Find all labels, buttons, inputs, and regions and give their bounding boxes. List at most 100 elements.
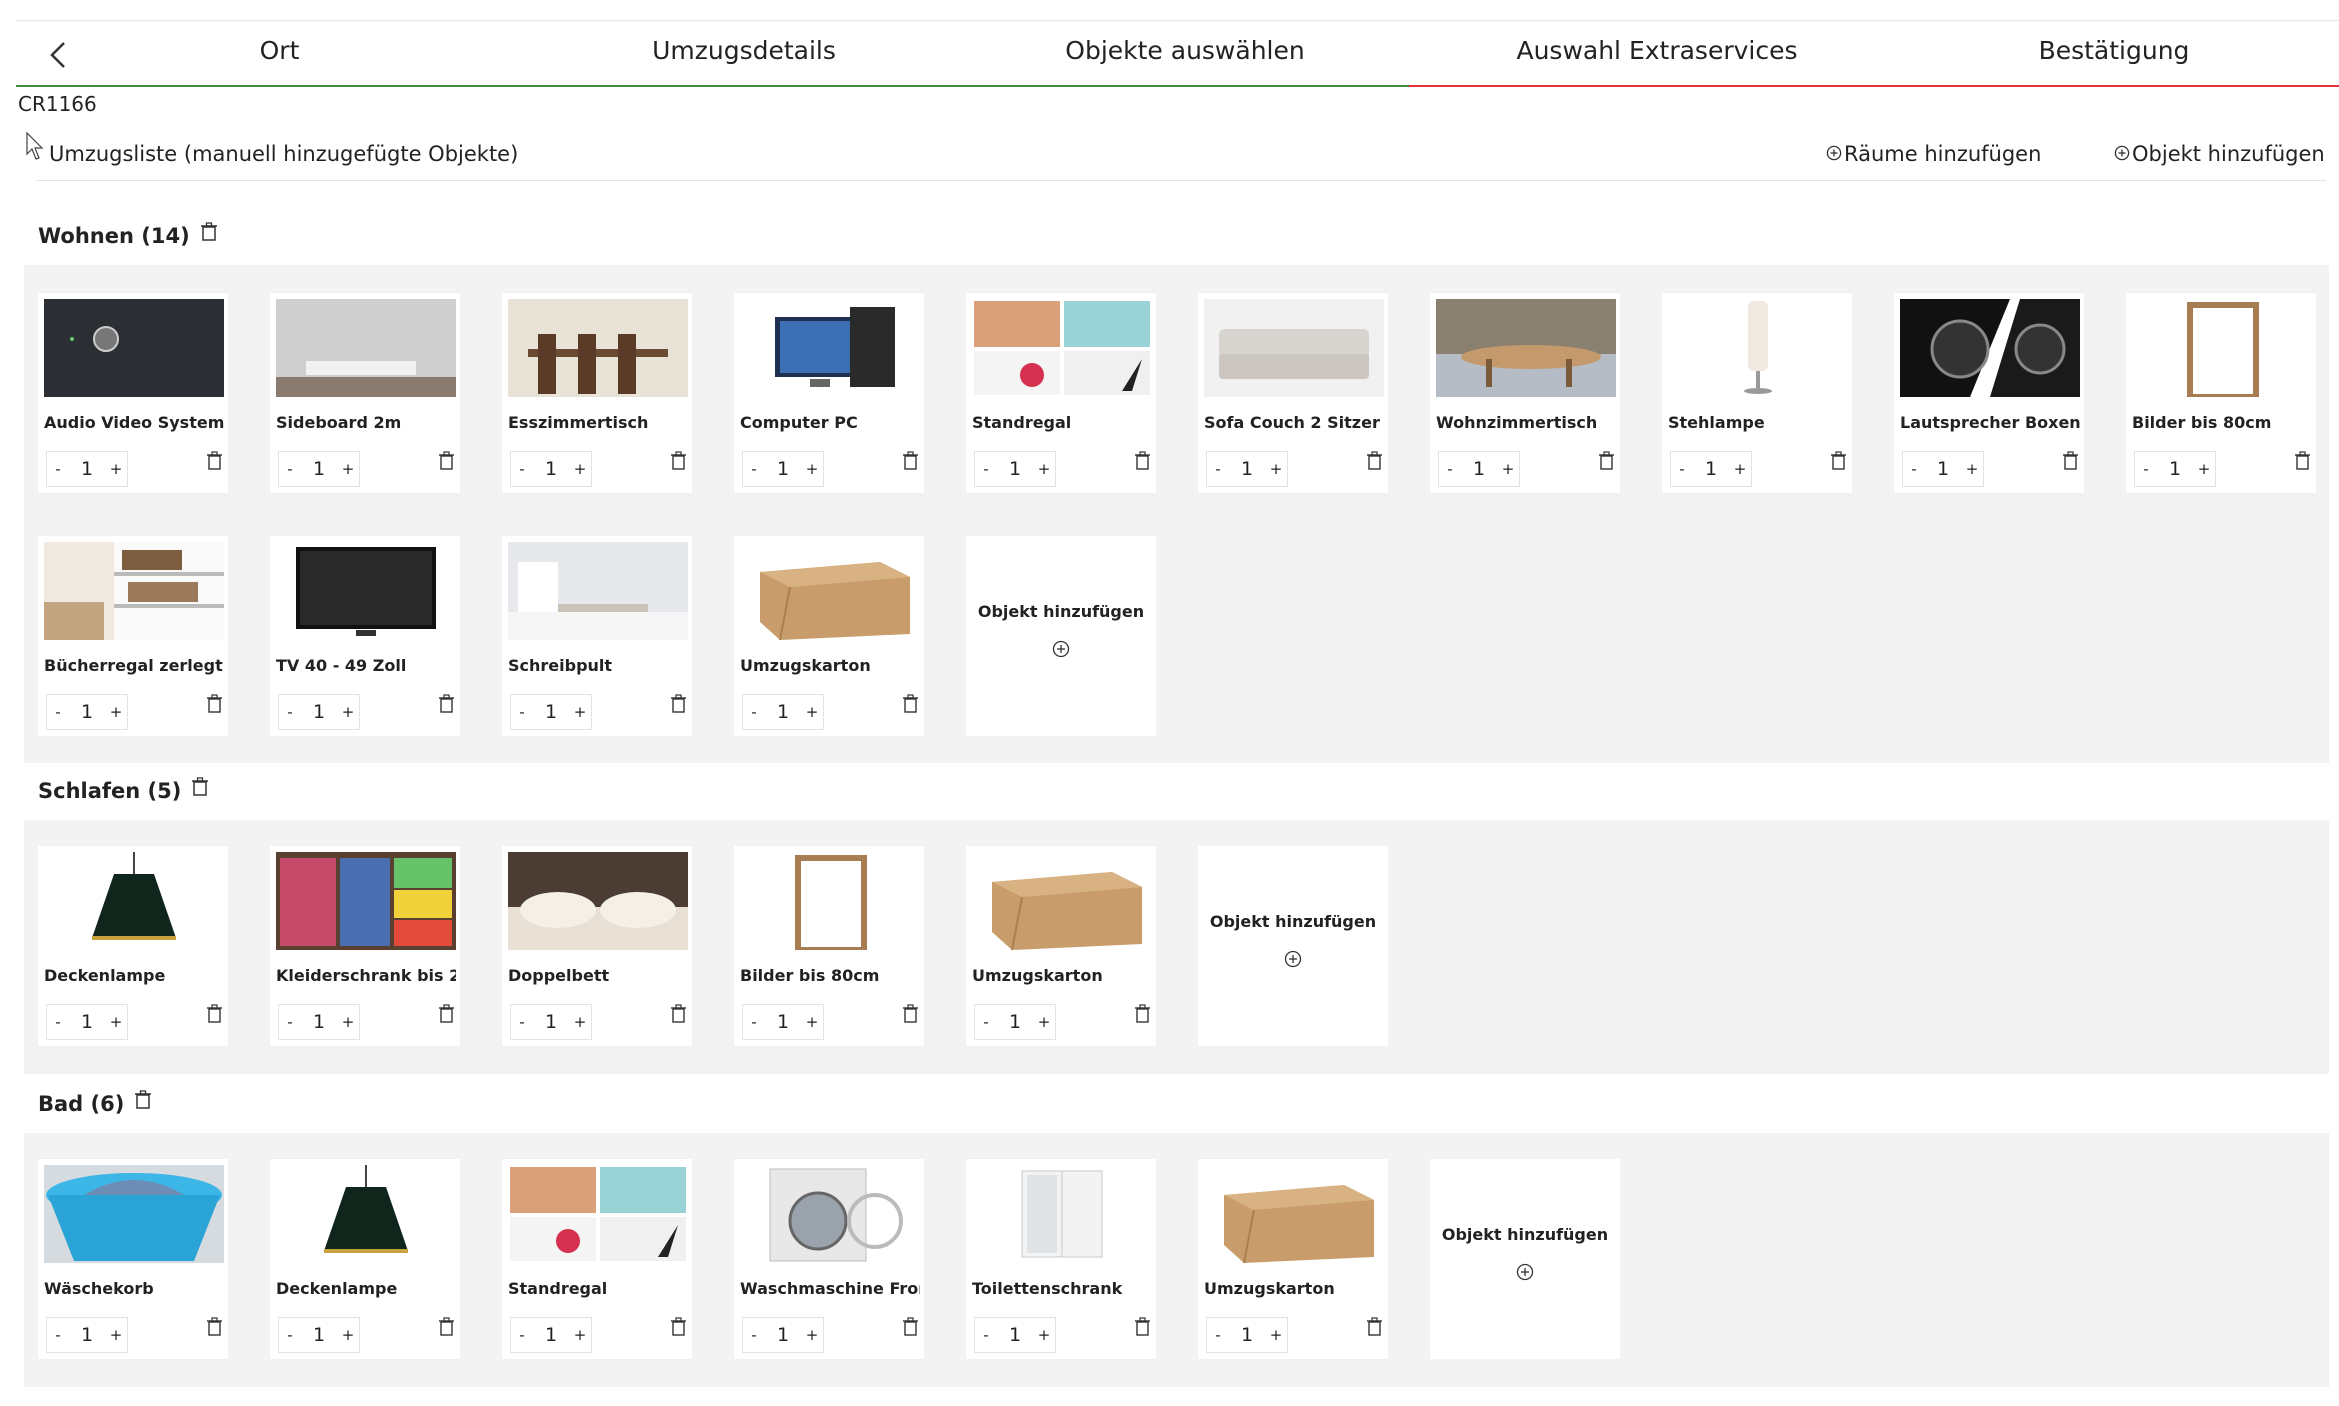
increment-button[interactable]: + bbox=[337, 1326, 359, 1344]
increment-button[interactable]: + bbox=[1033, 1013, 1055, 1031]
increment-button[interactable]: + bbox=[569, 1326, 591, 1344]
decrement-button[interactable]: - bbox=[743, 1326, 765, 1344]
decrement-button[interactable]: - bbox=[511, 703, 533, 721]
quantity-value[interactable]: 1 bbox=[1241, 1324, 1253, 1346]
decrement-button[interactable]: - bbox=[47, 703, 69, 721]
quantity-value[interactable]: 1 bbox=[1241, 458, 1253, 480]
quantity-value[interactable]: 1 bbox=[313, 701, 325, 723]
step-extraservices[interactable]: Auswahl Extraservices bbox=[1425, 21, 1889, 85]
decrement-button[interactable]: - bbox=[47, 1326, 69, 1344]
add-object-card[interactable]: Objekt hinzufügen bbox=[966, 536, 1156, 736]
quantity-value[interactable]: 1 bbox=[1009, 1324, 1021, 1346]
trash-icon[interactable] bbox=[670, 694, 687, 714]
quantity-value[interactable]: 1 bbox=[313, 1011, 325, 1033]
decrement-button[interactable]: - bbox=[47, 1013, 69, 1031]
increment-button[interactable]: + bbox=[2193, 460, 2215, 478]
increment-button[interactable]: + bbox=[801, 703, 823, 721]
quantity-value[interactable]: 1 bbox=[81, 458, 93, 480]
increment-button[interactable]: + bbox=[801, 460, 823, 478]
trash-icon[interactable] bbox=[206, 451, 223, 471]
decrement-button[interactable]: - bbox=[511, 1326, 533, 1344]
increment-button[interactable]: + bbox=[1961, 460, 1983, 478]
quantity-value[interactable]: 1 bbox=[545, 701, 557, 723]
quantity-value[interactable]: 1 bbox=[1473, 458, 1485, 480]
trash-icon[interactable] bbox=[206, 694, 223, 714]
increment-button[interactable]: + bbox=[1265, 1326, 1287, 1344]
decrement-button[interactable]: - bbox=[1439, 460, 1461, 478]
decrement-button[interactable]: - bbox=[1671, 460, 1693, 478]
quantity-value[interactable]: 1 bbox=[777, 458, 789, 480]
add-rooms-button[interactable]: Räume hinzufügen bbox=[1826, 142, 2041, 166]
step-bestaetigung[interactable]: Bestätigung bbox=[1889, 21, 2339, 85]
add-object-card[interactable]: Objekt hinzufügen bbox=[1430, 1159, 1620, 1359]
trash-icon[interactable] bbox=[1134, 1317, 1151, 1337]
trash-icon[interactable] bbox=[438, 451, 455, 471]
trash-icon[interactable] bbox=[438, 1004, 455, 1024]
increment-button[interactable]: + bbox=[337, 460, 359, 478]
decrement-button[interactable]: - bbox=[1207, 1326, 1229, 1344]
trash-icon[interactable] bbox=[134, 1090, 152, 1110]
increment-button[interactable]: + bbox=[801, 1326, 823, 1344]
trash-icon[interactable] bbox=[1134, 1004, 1151, 1024]
trash-icon[interactable] bbox=[2062, 451, 2079, 471]
decrement-button[interactable]: - bbox=[511, 1013, 533, 1031]
quantity-value[interactable]: 1 bbox=[545, 1011, 557, 1033]
quantity-value[interactable]: 1 bbox=[777, 1324, 789, 1346]
trash-icon[interactable] bbox=[200, 222, 218, 242]
trash-icon[interactable] bbox=[206, 1317, 223, 1337]
trash-icon[interactable] bbox=[902, 1317, 919, 1337]
increment-button[interactable]: + bbox=[569, 1013, 591, 1031]
quantity-value[interactable]: 1 bbox=[545, 1324, 557, 1346]
quantity-value[interactable]: 1 bbox=[313, 1324, 325, 1346]
increment-button[interactable]: + bbox=[1033, 460, 1055, 478]
increment-button[interactable]: + bbox=[801, 1013, 823, 1031]
trash-icon[interactable] bbox=[670, 1317, 687, 1337]
increment-button[interactable]: + bbox=[1729, 460, 1751, 478]
decrement-button[interactable]: - bbox=[743, 703, 765, 721]
decrement-button[interactable]: - bbox=[279, 1326, 301, 1344]
quantity-value[interactable]: 1 bbox=[777, 701, 789, 723]
decrement-button[interactable]: - bbox=[279, 460, 301, 478]
add-object-card[interactable]: Objekt hinzufügen bbox=[1198, 846, 1388, 1046]
increment-button[interactable]: + bbox=[105, 703, 127, 721]
increment-button[interactable]: + bbox=[337, 703, 359, 721]
trash-icon[interactable] bbox=[206, 1004, 223, 1024]
trash-icon[interactable] bbox=[438, 694, 455, 714]
increment-button[interactable]: + bbox=[105, 1326, 127, 1344]
quantity-value[interactable]: 1 bbox=[1937, 458, 1949, 480]
trash-icon[interactable] bbox=[1598, 451, 1615, 471]
trash-icon[interactable] bbox=[902, 451, 919, 471]
quantity-value[interactable]: 1 bbox=[81, 701, 93, 723]
increment-button[interactable]: + bbox=[337, 1013, 359, 1031]
step-umzugsdetails[interactable]: Umzugsdetails bbox=[543, 21, 945, 85]
quantity-value[interactable]: 1 bbox=[313, 458, 325, 480]
decrement-button[interactable]: - bbox=[975, 1013, 997, 1031]
step-objekte-auswaehlen[interactable]: Objekte auswählen bbox=[945, 21, 1425, 85]
decrement-button[interactable]: - bbox=[2135, 460, 2157, 478]
quantity-value[interactable]: 1 bbox=[1009, 1011, 1021, 1033]
increment-button[interactable]: + bbox=[1497, 460, 1519, 478]
decrement-button[interactable]: - bbox=[47, 460, 69, 478]
increment-button[interactable]: + bbox=[569, 703, 591, 721]
increment-button[interactable]: + bbox=[1265, 460, 1287, 478]
trash-icon[interactable] bbox=[670, 451, 687, 471]
quantity-value[interactable]: 1 bbox=[1009, 458, 1021, 480]
decrement-button[interactable]: - bbox=[1903, 460, 1925, 478]
increment-button[interactable]: + bbox=[569, 460, 591, 478]
add-object-button[interactable]: Objekt hinzufügen bbox=[2114, 142, 2325, 166]
decrement-button[interactable]: - bbox=[279, 703, 301, 721]
quantity-value[interactable]: 1 bbox=[81, 1011, 93, 1033]
trash-icon[interactable] bbox=[2294, 451, 2311, 471]
increment-button[interactable]: + bbox=[1033, 1326, 1055, 1344]
decrement-button[interactable]: - bbox=[279, 1013, 301, 1031]
decrement-button[interactable]: - bbox=[975, 460, 997, 478]
decrement-button[interactable]: - bbox=[975, 1326, 997, 1344]
quantity-value[interactable]: 1 bbox=[81, 1324, 93, 1346]
decrement-button[interactable]: - bbox=[743, 460, 765, 478]
trash-icon[interactable] bbox=[1134, 451, 1151, 471]
trash-icon[interactable] bbox=[438, 1317, 455, 1337]
step-ort[interactable]: Ort bbox=[16, 21, 543, 85]
trash-icon[interactable] bbox=[670, 1004, 687, 1024]
trash-icon[interactable] bbox=[1366, 1317, 1383, 1337]
trash-icon[interactable] bbox=[1830, 451, 1847, 471]
